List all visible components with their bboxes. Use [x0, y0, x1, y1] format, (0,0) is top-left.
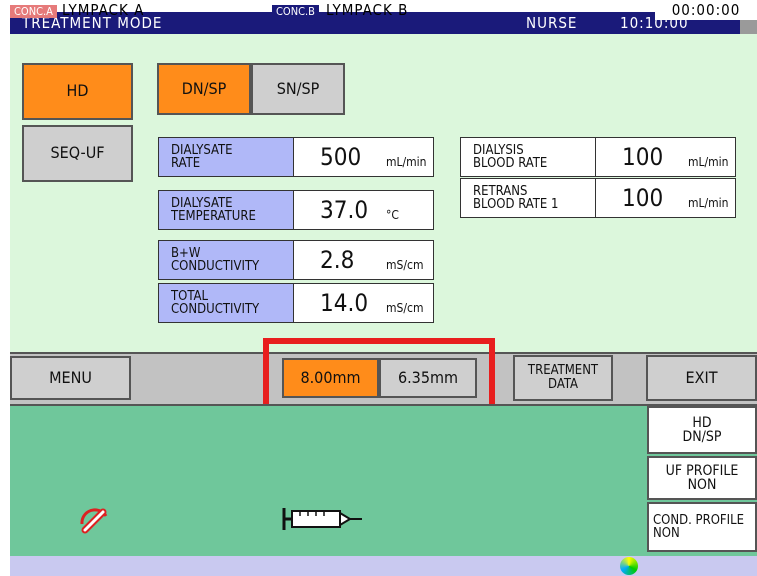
param-value-box[interactable]: 37.0 °C	[294, 190, 434, 230]
status-bar	[10, 556, 757, 576]
treatment-data-button[interactable]: TREATMENT DATA	[513, 355, 613, 401]
dialysate-rate-field[interactable]: DIALYSATE RATE 500 mL/min	[158, 137, 434, 177]
conc-a-value: LYMPACK A	[62, 1, 145, 19]
bw-conductivity-field[interactable]: B+W CONDUCTIVITY 2.8 mS/cm	[158, 240, 434, 280]
param-value: 14.0	[320, 289, 369, 317]
param-label: DIALYSATE RATE	[158, 137, 294, 177]
retrans-blood-rate-field[interactable]: RETRANS BLOOD RATE 1 100 mL/min	[460, 178, 736, 218]
param-label: TOTAL CONDUCTIVITY	[158, 283, 294, 323]
param-unit: mS/cm	[386, 301, 424, 315]
param-value: 37.0	[320, 196, 369, 224]
param-label: DIALYSIS BLOOD RATE	[460, 137, 596, 177]
param-unit: °C	[386, 208, 399, 222]
menu-button[interactable]: MENU	[10, 356, 131, 400]
param-value-box[interactable]: 2.8 mS/cm	[294, 240, 434, 280]
param-label: B+W CONDUCTIVITY	[158, 240, 294, 280]
param-unit: mS/cm	[386, 258, 424, 272]
conc-a-tag: CONC.A	[10, 0, 57, 20]
exit-button[interactable]: EXIT	[646, 355, 757, 401]
pressure-gauge-icon	[76, 502, 112, 538]
total-conductivity-field[interactable]: TOTAL CONDUCTIVITY 14.0 mS/cm	[158, 283, 434, 323]
param-unit: mL/min	[688, 196, 729, 210]
param-value: 100	[622, 143, 664, 171]
user-role: NURSE	[526, 14, 578, 32]
dn-sp-button[interactable]: DN/SP	[157, 63, 251, 115]
param-value-box[interactable]: 500 mL/min	[294, 137, 434, 177]
uf-profile-box: UF PROFILE NON	[647, 456, 757, 500]
status-area	[10, 404, 757, 556]
param-value-box[interactable]: 100 mL/min	[596, 137, 736, 177]
elapsed-timer: 00:00:00	[655, 0, 757, 20]
dialysate-temperature-field[interactable]: DIALYSATE TEMPERATURE 37.0 °C	[158, 190, 434, 230]
cond-profile-box: COND. PROFILE NON	[647, 502, 757, 552]
status-indicator-icon	[620, 557, 638, 575]
mode-info-box: HD DN/SP	[647, 406, 757, 454]
param-label: RETRANS BLOOD RATE 1	[460, 178, 596, 218]
syringe-icon	[280, 504, 364, 534]
param-value: 100	[622, 184, 664, 212]
param-unit: mL/min	[386, 155, 427, 169]
dialysis-blood-rate-field[interactable]: DIALYSIS BLOOD RATE 100 mL/min	[460, 137, 736, 177]
param-value-box[interactable]: 14.0 mS/cm	[294, 283, 434, 323]
param-value: 2.8	[320, 246, 355, 274]
param-unit: mL/min	[688, 155, 729, 169]
conc-b-tag: CONC.B	[272, 0, 319, 20]
sn-sp-button[interactable]: SN/SP	[251, 63, 345, 115]
param-value-box[interactable]: 100 mL/min	[596, 178, 736, 218]
param-value: 500	[320, 143, 362, 171]
param-label: DIALYSATE TEMPERATURE	[158, 190, 294, 230]
hd-mode-button[interactable]: HD	[22, 63, 133, 120]
conc-b-value: LYMPACK B	[326, 1, 409, 19]
seq-uf-mode-button[interactable]: SEQ-UF	[22, 125, 133, 182]
